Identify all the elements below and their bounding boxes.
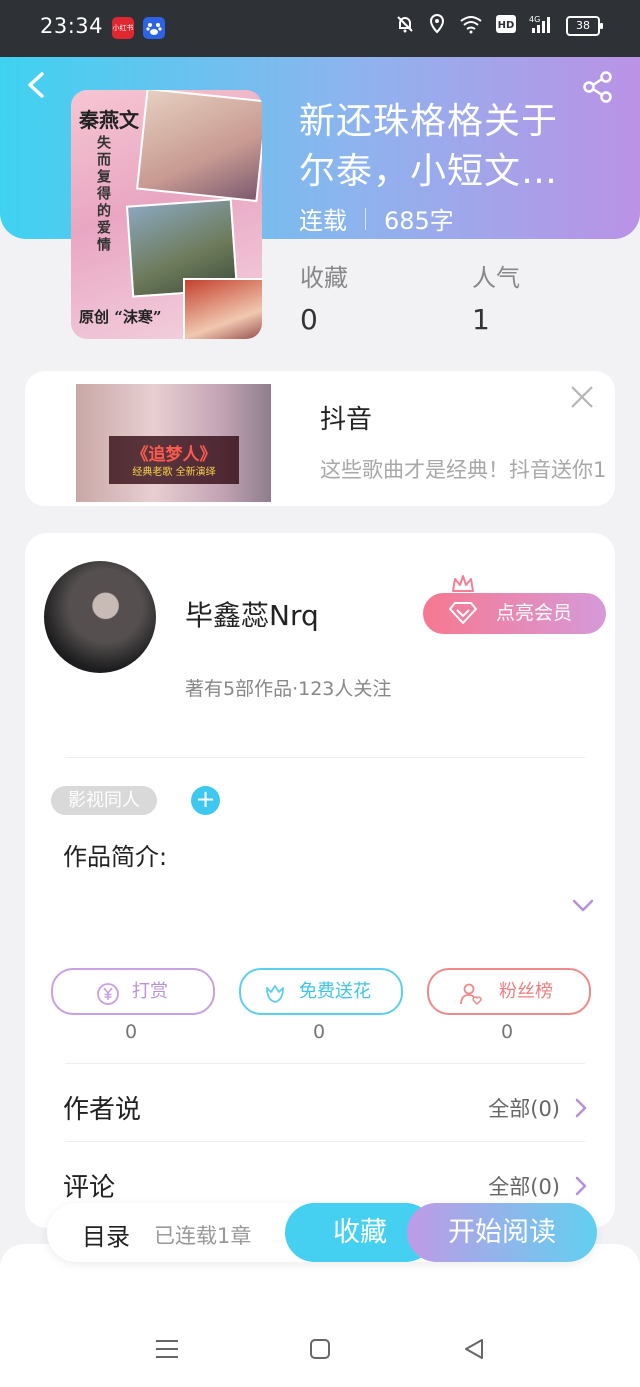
chevron-right-icon <box>574 1175 588 1197</box>
home-square-icon[interactable] <box>309 1338 331 1360</box>
author-avatar[interactable] <box>44 561 156 673</box>
xiaohongshu-app-icon: 小红书 <box>112 17 134 39</box>
ad-image[interactable]: 《追梦人》 经典老歌 全新演绎 <box>76 384 271 502</box>
stat-value: 0 <box>300 303 318 336</box>
signal-4g-icon: 4G <box>529 14 553 38</box>
book-status: 连载 <box>299 207 347 235</box>
ad-image-subtitle: 经典老歌 全新演绎 <box>132 467 216 478</box>
toc-button[interactable]: 目录 <box>82 1217 130 1252</box>
fan-ranking-label: 粉丝榜 <box>499 981 553 1002</box>
battery-icon: 38 <box>566 16 603 36</box>
crown-icon <box>450 573 476 595</box>
author-note-row[interactable]: 作者说 全部(0) <box>63 1089 588 1129</box>
bell-off-icon <box>395 14 415 38</box>
send-flower-label: 免费送花 <box>299 981 371 1002</box>
flower-icon <box>263 979 287 1003</box>
intro-label: 作品简介: <box>63 843 168 871</box>
cover-subtitle: 失而复得的爱情 <box>95 135 111 254</box>
fan-ranking-button[interactable]: 粉丝榜 <box>427 968 591 1015</box>
stat-label: 收藏 <box>300 264 348 292</box>
stat-label: 人气 <box>472 264 520 292</box>
close-icon[interactable] <box>569 384 595 410</box>
divider <box>65 757 585 758</box>
book-meta: 连载 685字 <box>299 201 454 236</box>
chevron-down-icon[interactable] <box>571 898 595 914</box>
yen-icon <box>96 979 120 1005</box>
status-bar: 23:34 小红书 HD 4G 38 <box>0 0 640 57</box>
system-nav-bar <box>0 1322 640 1377</box>
hd-icon: HD <box>496 15 516 37</box>
tip-count: 0 <box>124 1021 138 1043</box>
toc-chapter-count: 已连载1章 <box>154 1224 252 1248</box>
flower-count: 0 <box>312 1021 326 1043</box>
book-title: 新还珠格格关于尔泰，小短文… <box>299 101 559 192</box>
author-note-all[interactable]: 全部(0) <box>488 1093 560 1123</box>
book-detail-card: 毕鑫蕊Nrq 著有5部作品·123人关注 点亮会员 影视同人 + 作品简介: 打… <box>25 533 615 1228</box>
status-icons: HD 4G 38 <box>395 13 603 38</box>
stat-favorites: 收藏 0 <box>300 258 472 336</box>
word-count: 685字 <box>384 207 454 235</box>
svg-text:4G: 4G <box>529 15 540 24</box>
start-reading-button[interactable]: 开始阅读 <box>407 1203 597 1262</box>
cover-photo <box>136 90 262 203</box>
ad-description: 这些歌曲才是经典！抖音送你100首经典老歌免费听！ <box>320 458 605 482</box>
chevron-left-icon[interactable] <box>22 70 52 100</box>
comments-row[interactable]: 评论 全部(0) <box>63 1167 588 1207</box>
author-info: 著有5部作品·123人关注 <box>185 678 392 700</box>
comments-all[interactable]: 全部(0) <box>488 1171 560 1201</box>
book-stats: 收藏 0 人气 1 <box>300 258 640 336</box>
location-icon <box>428 13 446 38</box>
meta-divider <box>365 207 366 230</box>
diamond-icon <box>449 601 477 625</box>
send-flower-button[interactable]: 免费送花 <box>239 968 403 1015</box>
ad-image-title: 《追梦人》 <box>131 445 217 465</box>
share-icon[interactable] <box>581 70 615 104</box>
ad-title: 抖音 <box>320 405 373 435</box>
author-note-label: 作者说 <box>63 1095 142 1125</box>
divider <box>65 1063 585 1064</box>
tip-button[interactable]: 打赏 <box>51 968 215 1015</box>
stat-popularity: 人气 1 <box>472 258 640 336</box>
svg-text:HD: HD <box>498 20 515 31</box>
cover-title: 秦燕文 <box>79 108 139 132</box>
menu-icon[interactable] <box>155 1339 179 1359</box>
baidu-app-icon <box>143 17 165 39</box>
ad-image-banner: 《追梦人》 经典老歌 全新演绎 <box>109 436 239 484</box>
vip-button-label: 点亮会员 <box>496 602 573 624</box>
fan-user-icon <box>459 979 483 1006</box>
bottom-action-bar: 目录 已连载1章 收藏 开始阅读 <box>47 1203 597 1262</box>
ad-card[interactable]: 《追梦人》 经典老歌 全新演绎 抖音 这些歌曲才是经典！抖音送你100首经典老歌… <box>25 371 615 506</box>
tip-label: 打赏 <box>132 981 168 1002</box>
back-triangle-icon[interactable] <box>462 1337 486 1361</box>
author-name[interactable]: 毕鑫蕊Nrq <box>185 594 319 634</box>
status-time: 23:34 <box>40 14 104 38</box>
add-tag-button[interactable]: + <box>191 786 220 815</box>
wifi-icon <box>459 14 483 38</box>
genre-tag[interactable]: 影视同人 <box>51 786 157 815</box>
book-cover[interactable]: 秦燕文 失而复得的爱情 原创 “沫寒” <box>71 90 262 339</box>
cover-footer: 原创 “沫寒” <box>79 308 162 326</box>
stat-value: 1 <box>472 303 490 336</box>
divider <box>65 1141 585 1142</box>
chevron-right-icon <box>574 1097 588 1119</box>
cover-photo <box>183 278 262 339</box>
fan-count: 0 <box>500 1021 514 1043</box>
comments-label: 评论 <box>63 1173 116 1203</box>
